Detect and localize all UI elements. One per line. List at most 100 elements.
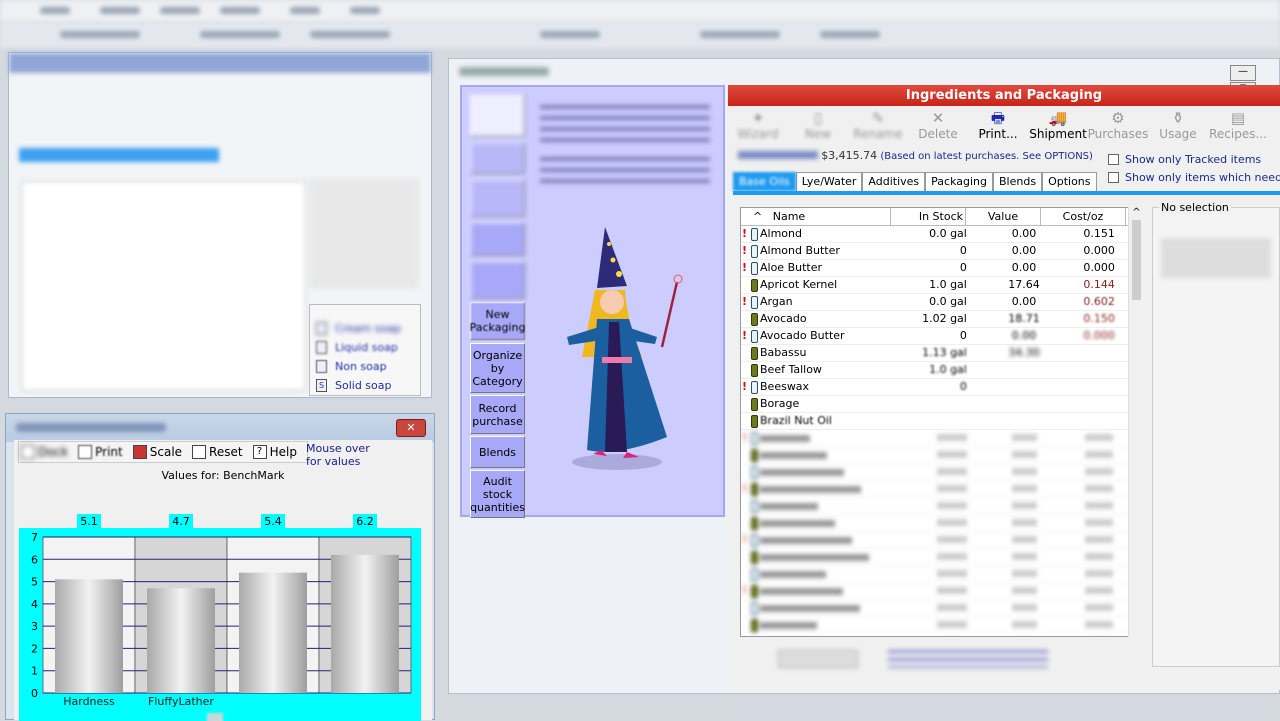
in-stock-cell: 1.0 gal [929,363,967,376]
rename-button[interactable]: ✎ Rename [848,109,908,145]
bar [147,588,215,693]
table-row[interactable]: ! Almond 0.0 gal 0.00 0.151 [741,226,1139,243]
ingredient-name: Aloe Butter [760,261,823,274]
table-row[interactable]: ! [741,532,1139,549]
close-button[interactable]: ✕ [396,419,426,437]
stock-jar-icon [751,312,758,326]
column-cost[interactable]: Cost/oz [1041,208,1126,225]
ingredient-name: Babassu [760,346,807,359]
y-tick-label: 3 [31,620,38,633]
chart-toolbar: Dock Print Scale Reset ? Help [18,441,308,463]
wizard-button[interactable]: ✦ Wizard [728,109,788,145]
stock-jar-icon [751,397,758,411]
column-in-stock[interactable]: In Stock [891,208,966,225]
minimize-button[interactable]: — [1230,65,1256,81]
stock-jar-icon [751,363,758,377]
tab-baseoils[interactable]: Base Oils [733,172,796,191]
table-row[interactable]: Apricot Kernel 1.0 gal 17.64 0.144 [741,277,1139,294]
new-packaging-button[interactable]: New Packaging [470,302,525,340]
table-row[interactable]: ! Almond Butter 0 0.00 0.000 [741,243,1139,260]
scale-button[interactable]: Scale [131,445,184,459]
table-row[interactable] [741,600,1139,617]
table-row[interactable] [741,498,1139,515]
table-row[interactable] [741,566,1139,583]
delete-button[interactable]: ✕ Delete [908,109,968,145]
tab-options[interactable]: Options [1042,172,1097,191]
soap-type-non[interactable]: Non soap [310,357,420,376]
soap-qualities-chart[interactable]: 0 1 2 3 4 5 6 7 5.1 Hardness 4.7 FluffyLather 5.4 6.2 [6,486,436,721]
usage-button[interactable]: ⚱ Usage [1148,109,1208,145]
reset-button[interactable]: Reset [190,445,245,459]
wizard-button-1[interactable] [470,95,525,137]
table-row[interactable] [741,617,1139,634]
table-row[interactable] [741,549,1139,566]
blends-button[interactable]: Blends [470,436,525,468]
recipe-tree[interactable] [21,181,306,391]
stock-jar-icon [751,516,758,530]
stock-jar-icon [751,601,758,615]
tab-packaging[interactable]: Packaging [925,172,993,191]
column-name[interactable]: ^ Name [741,208,891,225]
soap-type-solid[interactable]: S Solid soap [310,376,420,395]
table-row[interactable]: ! [741,430,1139,447]
reset-icon [192,445,207,459]
record-purchase-button[interactable]: Record purchase [470,395,525,434]
tab-blends[interactable]: Blends [993,172,1043,191]
ingredient-name: Beef Tallow [760,363,822,376]
table-row[interactable]: ! Aloe Butter 0 0.00 0.000 [741,260,1139,277]
show-tracked-checkbox[interactable]: Show only Tracked items [1108,153,1261,166]
help-button[interactable]: ? Help [251,445,299,459]
in-stock-cell: 0 [959,380,967,393]
stock-jar-icon [751,499,758,513]
ingredient-tabs: Base Oils Lye/Water Additives Packaging Blen… [733,172,1280,195]
mouse-over-hint: Mouse over for values [306,442,370,468]
in-stock-cell: 0 [959,329,967,342]
purchases-button[interactable]: ⚙ Purchases [1088,109,1149,145]
table-row[interactable] [741,515,1139,532]
soap-type-liquid[interactable]: Liquid soap [310,338,420,357]
x-tick-label: Hardness [63,695,115,708]
table-row[interactable]: Borage [741,396,1139,413]
tab-additives[interactable]: Additives [862,172,926,191]
table-row[interactable]: Beef Tallow 1.0 gal [741,362,1139,379]
soap-type-cream[interactable]: Cream soap [310,319,420,338]
printer-icon: 🖶 [990,109,1006,127]
table-row[interactable]: Brazil Nut Oil [741,413,1139,430]
table-row[interactable]: ! Argan 0.0 gal 0.00 0.602 [741,294,1139,311]
table-row[interactable] [741,464,1139,481]
table-row[interactable]: ! [741,583,1139,600]
table-row[interactable]: ! [741,481,1139,498]
help-icon: ? [252,445,267,459]
table-row[interactable]: Avocado 1.02 gal 18.71 0.150 [741,311,1139,328]
print-button[interactable]: 🖶 Print... [968,109,1028,145]
truck-icon: 🚚 [1048,109,1068,127]
recipes-button[interactable]: ▤ Recipes... [1208,109,1268,145]
table-row[interactable]: ! Avocado Butter 0 0.00 0.000 [741,328,1139,345]
dock-button[interactable]: Dock [19,445,70,459]
wizard-button-3[interactable] [470,179,525,217]
new-button[interactable]: ▯ New [788,109,848,145]
wizard-button-4[interactable] [470,222,525,256]
data-label: 4.7 [172,515,190,528]
alert-icon: ! [742,261,748,274]
wizard-button-2[interactable] [470,142,525,174]
ingredients-panel: Ingredients and Packaging ✦ Wizard ▯ New ✎ Re… [728,85,1280,690]
organize-by-category-button[interactable]: Organize by Category [470,343,525,393]
table-row[interactable]: Babassu 1.13 gal 34.30 [741,345,1139,362]
new-additive-button[interactable] [470,261,525,299]
in-stock-cell: 0 [959,244,967,257]
audit-stock-button[interactable]: Audit stock quantities [470,470,525,518]
cream-soap-icon [316,322,327,335]
shipment-button[interactable]: 🚚 Shipment [1028,109,1088,145]
bar [331,554,399,693]
table-row[interactable]: ! Beeswax 0 [741,379,1139,396]
tab-lyewater[interactable]: Lye/Water [795,172,863,191]
sort-icon: ^ [753,210,763,223]
print-button[interactable]: Print [76,445,125,459]
data-label: 5.1 [80,515,98,528]
table-scrollbar[interactable]: ^ [1128,207,1144,637]
value-cell [989,413,1059,429]
table-row[interactable] [741,447,1139,464]
new-icon: ▯ [813,109,823,127]
column-value[interactable]: Value [966,208,1041,225]
